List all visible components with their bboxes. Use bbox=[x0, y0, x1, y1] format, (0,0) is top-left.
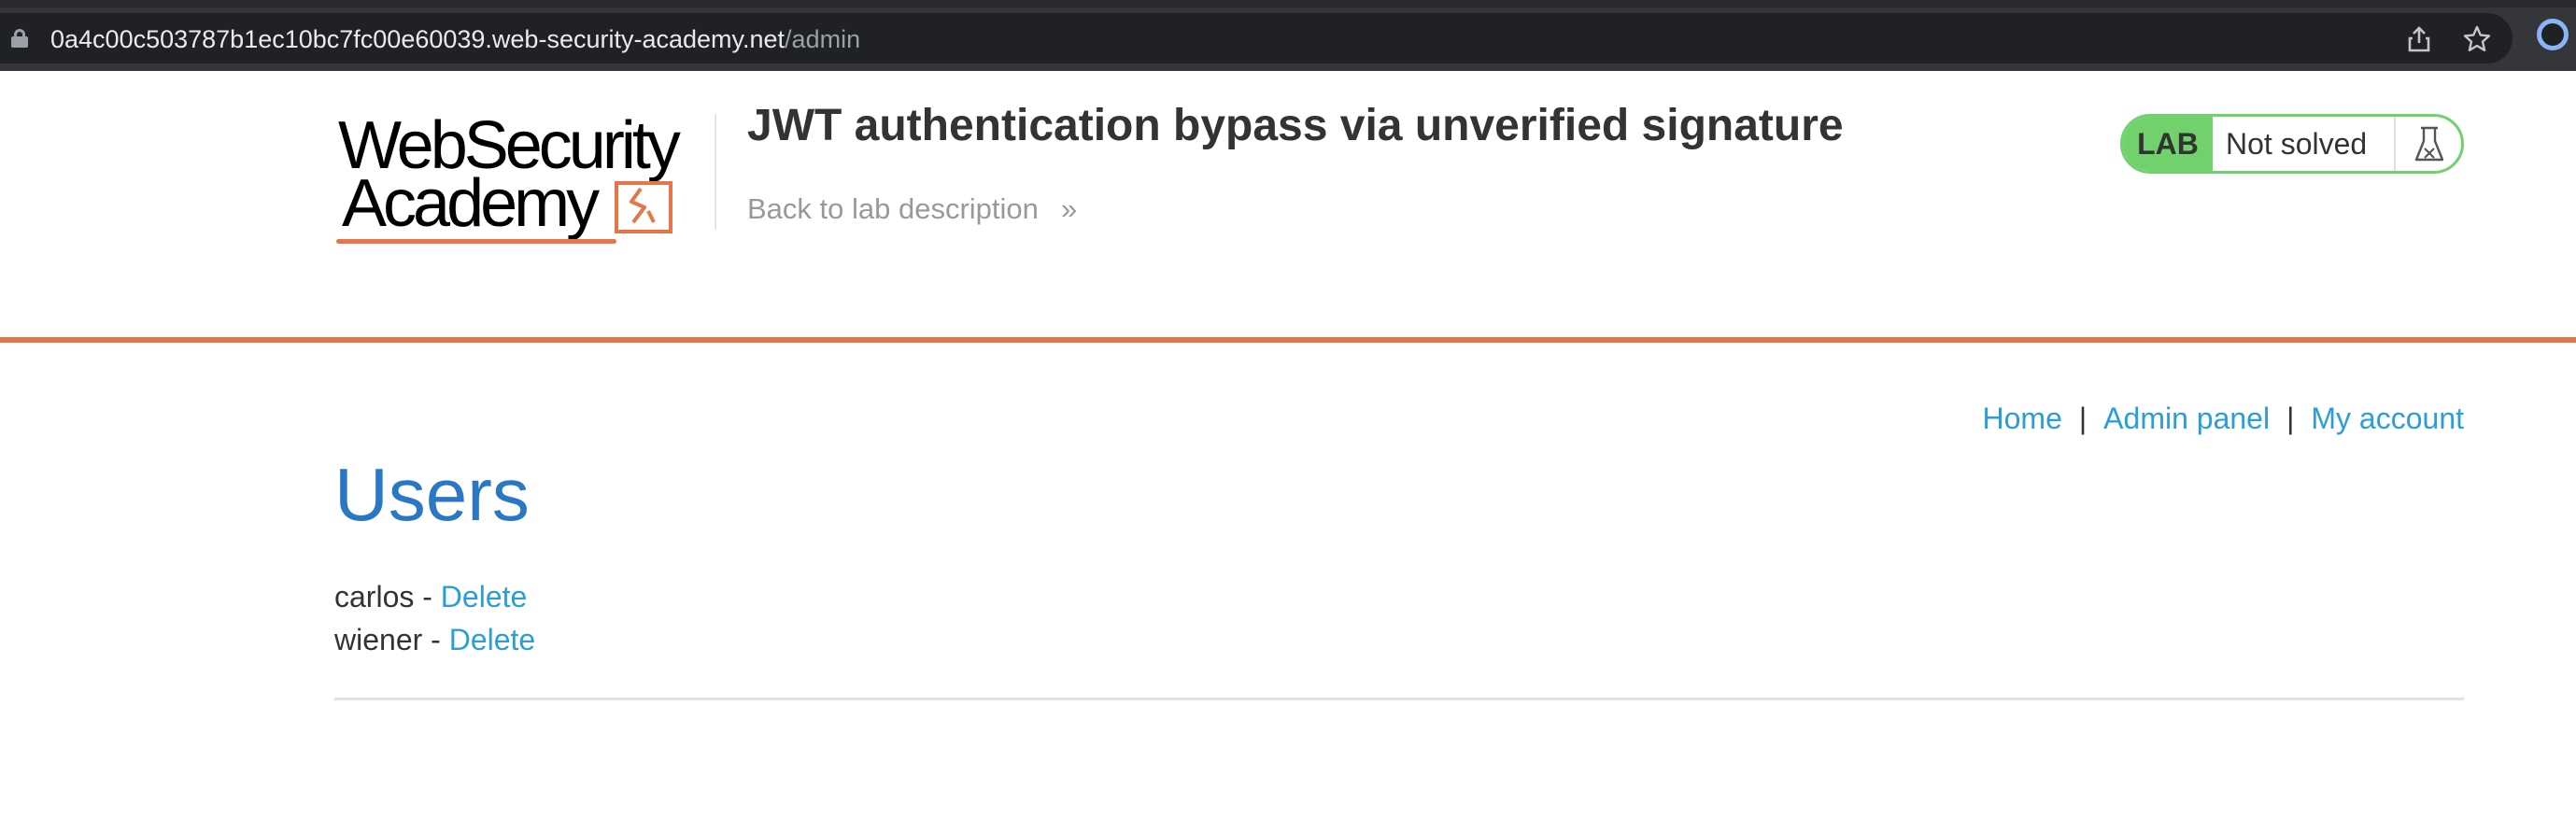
user-dash: - bbox=[422, 623, 449, 656]
top-navigation: Home | Admin panel | My account bbox=[1983, 400, 2465, 437]
url-host: 0a4c00c503787b1ec10bc7fc00e60039.web-sec… bbox=[50, 25, 786, 53]
delete-user-link[interactable]: Delete bbox=[449, 623, 536, 656]
url-text[interactable]: 0a4c00c503787b1ec10bc7fc00e60039.web-sec… bbox=[50, 25, 860, 53]
address-bar[interactable]: 0a4c00c503787b1ec10bc7fc00e60039.web-sec… bbox=[0, 13, 2512, 63]
lab-status-badge: LAB Not solved bbox=[2120, 114, 2464, 174]
nav-separator: | bbox=[2286, 402, 2295, 435]
url-path: /admin bbox=[785, 25, 861, 53]
nav-separator: | bbox=[2078, 402, 2088, 435]
lab-status-text: Not solved bbox=[2226, 127, 2368, 161]
tab-strip bbox=[0, 0, 2576, 7]
lab-tag: LAB bbox=[2123, 117, 2213, 171]
browser-chrome: 0a4c00c503787b1ec10bc7fc00e60039.web-sec… bbox=[0, 0, 2576, 71]
star-icon[interactable] bbox=[2462, 24, 2492, 54]
page-title: Users bbox=[334, 453, 530, 536]
content-divider bbox=[334, 698, 2464, 700]
logo-mark-icon bbox=[615, 181, 672, 233]
user-dash: - bbox=[414, 580, 441, 614]
double-chevron-right-icon[interactable]: » bbox=[1061, 192, 1077, 226]
profile-icon[interactable] bbox=[2537, 19, 2569, 50]
flask-icon bbox=[2394, 117, 2461, 171]
list-item: wiener - Delete bbox=[334, 618, 535, 661]
web-security-academy-logo[interactable]: WebSecurity Academy bbox=[336, 112, 710, 247]
lock-icon[interactable] bbox=[11, 29, 28, 48]
back-to-lab-description-link[interactable]: Back to lab description bbox=[747, 192, 1039, 226]
user-name: carlos bbox=[334, 580, 415, 614]
header-divider bbox=[715, 114, 716, 230]
lab-title: JWT authentication bypass via unverified… bbox=[747, 101, 1844, 150]
logo-text-line2: Academy bbox=[342, 166, 600, 241]
user-list: carlos - Delete wiener - Delete bbox=[334, 575, 535, 661]
nav-home-link[interactable]: Home bbox=[1983, 402, 2062, 435]
nav-admin-panel-link[interactable]: Admin panel bbox=[2103, 402, 2270, 435]
user-name: wiener bbox=[334, 623, 423, 656]
header-accent-rule bbox=[0, 337, 2576, 343]
share-icon[interactable] bbox=[2404, 24, 2434, 54]
logo-underline bbox=[336, 239, 616, 244]
nav-my-account-link[interactable]: My account bbox=[2311, 402, 2464, 435]
list-item: carlos - Delete bbox=[334, 575, 535, 618]
delete-user-link[interactable]: Delete bbox=[441, 580, 528, 614]
